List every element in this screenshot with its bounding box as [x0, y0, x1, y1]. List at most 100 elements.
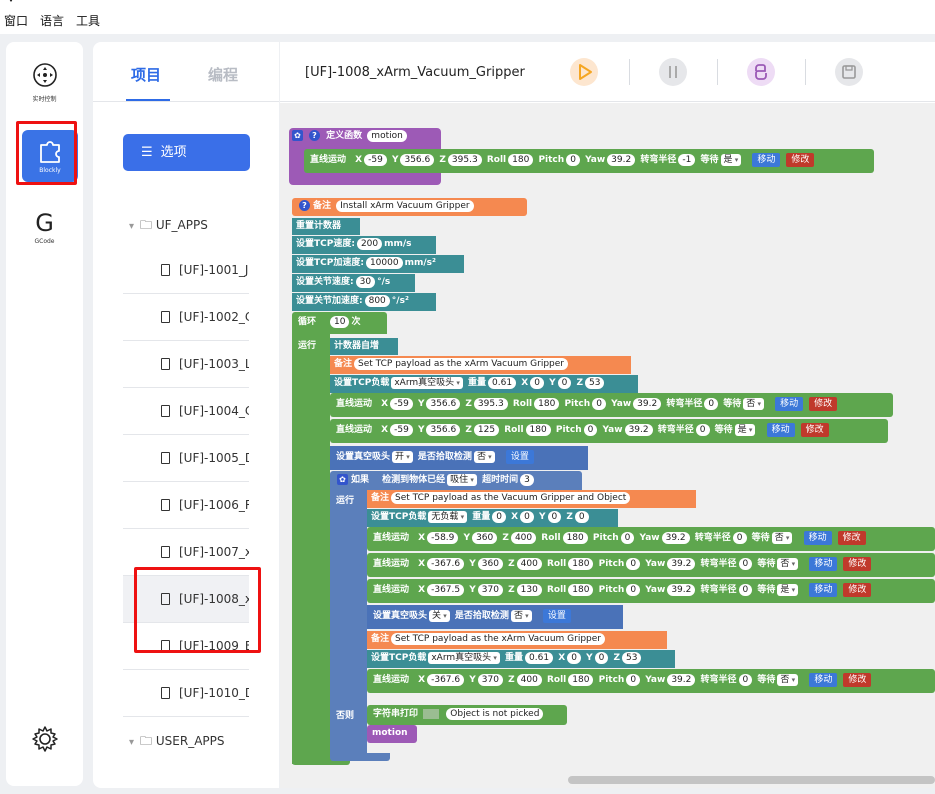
- tcp-acc-block[interactable]: 设置TCP加速度: 10000 mm/s²: [292, 255, 464, 273]
- x-field[interactable]: 0: [567, 652, 581, 664]
- yaw-field[interactable]: 39.2: [633, 398, 662, 410]
- z-field[interactable]: 400: [516, 558, 542, 570]
- function-name-field[interactable]: motion: [367, 130, 407, 142]
- vacuum-dropdown[interactable]: 关: [429, 610, 450, 622]
- z-field[interactable]: 125: [473, 424, 500, 436]
- yaw-field[interactable]: 39.2: [624, 424, 653, 436]
- yaw-field[interactable]: 39.2: [667, 584, 696, 596]
- mass-field[interactable]: 0.61: [525, 652, 554, 664]
- set-button[interactable]: 设置: [505, 450, 534, 464]
- x-field[interactable]: -367.6: [427, 674, 465, 686]
- pitch-field[interactable]: 0: [626, 674, 641, 686]
- python-button[interactable]: [747, 58, 775, 86]
- menu-language[interactable]: 语言: [40, 12, 64, 29]
- y-field[interactable]: 370: [477, 584, 503, 596]
- pitch-field[interactable]: 0: [592, 398, 606, 410]
- wait-dropdown[interactable]: 否: [777, 558, 799, 570]
- line-move-block[interactable]: 直线运动 X -367.5 Y 370 Z 130 Roll 180 Pitch 0 Ya…: [367, 579, 935, 603]
- line-move-block[interactable]: 直线运动 X -367.6 Y 360 Z 400 Roll 180 Pitch 0 Ya…: [367, 553, 935, 577]
- file-item[interactable]: [UF]-1003_LIn: [123, 341, 249, 388]
- rail-gcode[interactable]: G GCode: [6, 210, 83, 245]
- wait-dropdown[interactable]: 否: [777, 674, 799, 686]
- x-field[interactable]: -59: [390, 424, 413, 436]
- counter-inc-block[interactable]: 计数器自增: [330, 338, 398, 355]
- mass-field[interactable]: 0.61: [488, 377, 517, 389]
- note-text-field[interactable]: Install xArm Vacuum Gripper: [336, 200, 474, 212]
- modify-button[interactable]: 修改: [786, 153, 815, 167]
- move-button[interactable]: 移动: [752, 153, 781, 167]
- note-block[interactable]: 备注 Set TCP payload as the xArm Vacuum Gri…: [367, 631, 667, 649]
- tcp-payload-block[interactable]: 设置TCP负载无负载 重量0 X0 Y0 Z0: [367, 509, 618, 527]
- modify-button[interactable]: 修改: [843, 557, 872, 571]
- joint-acc-field[interactable]: 800: [364, 295, 390, 307]
- note-text-field[interactable]: Set TCP payload as the xArm Vacuum Gripp…: [354, 358, 568, 370]
- line-move-block[interactable]: 直线运动 X -58.9 Y 360 Z 400 Roll 180 Pitch 0 Yaw…: [367, 527, 935, 551]
- tcp-acc-field[interactable]: 10000: [365, 257, 403, 269]
- pitch-field[interactable]: 0: [620, 532, 635, 544]
- radius-field[interactable]: 0: [738, 584, 753, 596]
- tcp-speed-block[interactable]: 设置TCP速度: 200 mm/s: [292, 236, 436, 254]
- file-item[interactable]: [UF]-1001_JoI: [123, 247, 249, 294]
- file-item[interactable]: [UF]-1010_Dlg: [123, 670, 249, 717]
- function-call-block[interactable]: motion: [367, 725, 417, 743]
- loop-count-field[interactable]: 10: [330, 316, 350, 328]
- blockly-canvas[interactable]: ✿? 定义函数 motion 直线运动 X -59 Y 356.6 Z 395.3 R…: [280, 103, 935, 788]
- x-field[interactable]: 0: [520, 511, 534, 523]
- radius-field[interactable]: 0: [695, 424, 710, 436]
- y-field[interactable]: 0: [547, 511, 562, 523]
- folder-uf-apps[interactable]: ▾ 🗀 UF_APPS: [129, 216, 208, 237]
- y-field[interactable]: 356.6: [426, 424, 461, 436]
- y-field[interactable]: 356.6: [426, 398, 461, 410]
- tab-programming[interactable]: 编程: [208, 64, 238, 85]
- tcp-payload-block[interactable]: 设置TCP负载xArm真空吸头 重量0.61 X0 Y0 Z53: [330, 375, 638, 393]
- y-field[interactable]: 0: [594, 652, 609, 664]
- yaw-field[interactable]: 39.2: [667, 674, 696, 686]
- file-item[interactable]: [UF]-1006_Rot: [123, 482, 249, 529]
- roll-field[interactable]: 180: [568, 558, 594, 570]
- yaw-field[interactable]: 39.2: [661, 532, 690, 544]
- folder-user-apps[interactable]: ▾ 🗀 USER_APPS: [129, 732, 225, 753]
- tcp-speed-field[interactable]: 200: [356, 238, 383, 250]
- radius-field[interactable]: 0: [732, 532, 747, 544]
- rail-live-control[interactable]: 实时控制: [6, 62, 83, 103]
- z-field[interactable]: 400: [510, 532, 537, 544]
- menu-window[interactable]: 窗口: [4, 12, 28, 29]
- horizontal-scrollbar[interactable]: [568, 776, 935, 784]
- save-button[interactable]: [835, 58, 863, 86]
- line-move-block[interactable]: 直线运动 X -59 Y 356.6 Z 395.3 Roll 180 Pitch 0 Y…: [304, 149, 874, 173]
- roll-field[interactable]: 180: [568, 674, 594, 686]
- pitch-field[interactable]: 0: [566, 154, 580, 166]
- yaw-field[interactable]: 39.2: [607, 154, 636, 166]
- move-button[interactable]: 移动: [766, 423, 795, 437]
- timeout-field[interactable]: 3: [520, 474, 534, 486]
- x-field[interactable]: -58.9: [427, 532, 459, 544]
- payload-dropdown[interactable]: xArm真空吸头: [391, 377, 463, 389]
- x-field[interactable]: 0: [530, 377, 544, 389]
- loop-block[interactable]: 循环 10 次: [292, 312, 387, 334]
- vacuum-block[interactable]: 设置真空吸头开 是否拾取检测否 设置: [330, 446, 588, 470]
- z-field[interactable]: 130: [516, 584, 542, 596]
- note-block[interactable]: 备注 Set TCP payload as the xArm Vacuum Gri…: [330, 356, 631, 374]
- move-button[interactable]: 移动: [809, 557, 838, 571]
- y-field[interactable]: 370: [477, 674, 503, 686]
- vacuum-block[interactable]: 设置真空吸头关 是否拾取检测否 设置: [367, 605, 623, 629]
- radius-field[interactable]: -1: [678, 154, 696, 166]
- file-item[interactable]: [UF]-1004_Co.: [123, 388, 249, 435]
- x-field[interactable]: -367.5: [427, 584, 465, 596]
- move-button[interactable]: 移动: [803, 531, 832, 545]
- x-field[interactable]: -59: [364, 154, 387, 166]
- mass-field[interactable]: 0: [492, 511, 506, 523]
- y-field[interactable]: 356.6: [400, 154, 435, 166]
- note-text-field[interactable]: Set TCP payload as the xArm Vacuum Gripp…: [391, 633, 605, 645]
- pitch-field[interactable]: 0: [583, 424, 598, 436]
- x-field[interactable]: -59: [390, 398, 413, 410]
- run-button[interactable]: [570, 58, 598, 86]
- settings-button[interactable]: [6, 724, 83, 758]
- z-field[interactable]: 0: [574, 511, 589, 523]
- move-button[interactable]: 移动: [809, 583, 838, 597]
- roll-field[interactable]: 180: [562, 532, 588, 544]
- set-button[interactable]: 设置: [542, 609, 571, 623]
- z-field[interactable]: 395.3: [447, 154, 482, 166]
- pitch-field[interactable]: 0: [626, 584, 641, 596]
- z-field[interactable]: 53: [585, 377, 605, 389]
